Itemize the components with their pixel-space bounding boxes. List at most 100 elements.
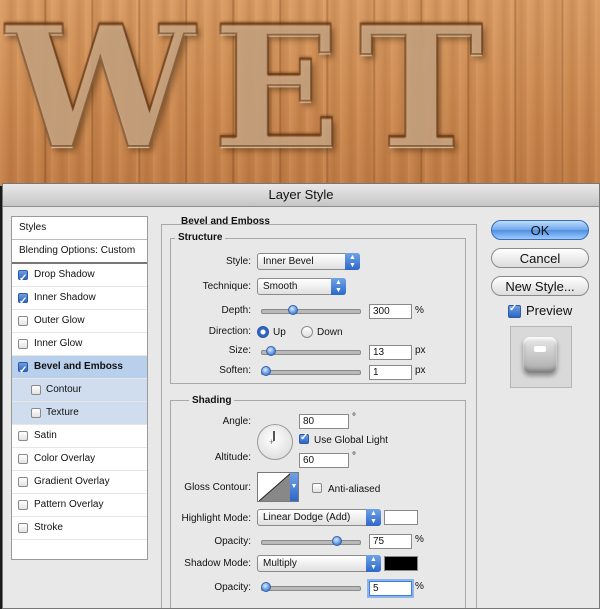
use-global-light-checkbox[interactable] xyxy=(299,432,309,444)
angle-dial[interactable]: + xyxy=(257,424,293,460)
shadow-mode-popup[interactable]: Multiply ▲ ▼ xyxy=(257,555,381,572)
ok-button[interactable]: OK xyxy=(491,220,589,240)
style-item-label: Bevel and Emboss xyxy=(34,361,123,372)
highlight-color-swatch[interactable] xyxy=(384,510,418,525)
shadow-opacity-slider[interactable] xyxy=(261,582,361,592)
style-item-checkbox[interactable] xyxy=(18,339,28,349)
crosshair-icon: + xyxy=(269,437,275,447)
altitude-field[interactable]: 60 xyxy=(299,453,349,468)
anti-aliased-checkbox[interactable] xyxy=(312,483,322,493)
style-item-checkbox[interactable] xyxy=(18,500,28,510)
style-item-texture[interactable]: Texture xyxy=(12,402,147,425)
soften-field[interactable]: 1 xyxy=(369,365,412,380)
chevron-updown-icon: ▲ ▼ xyxy=(331,278,346,295)
technique-popup[interactable]: Smooth ▲ ▼ xyxy=(257,278,346,295)
style-item-satin[interactable]: Satin xyxy=(12,425,147,448)
style-item-inner-glow[interactable]: Inner Glow xyxy=(12,333,147,356)
style-item-label: Inner Shadow xyxy=(34,292,96,303)
structure-title: Structure xyxy=(175,232,226,243)
size-slider-thumb[interactable] xyxy=(266,346,276,356)
direction-down-label: Down xyxy=(317,327,343,338)
blending-options-item[interactable]: Blending Options: Custom xyxy=(12,240,147,264)
use-global-light-label: Use Global Light xyxy=(314,435,388,446)
style-item-pattern-overlay[interactable]: Pattern Overlay xyxy=(12,494,147,517)
style-item-checkbox[interactable] xyxy=(31,408,41,418)
highlight-mode-label: Highlight Mode: xyxy=(181,513,251,524)
style-label: Style: xyxy=(225,256,251,267)
chevron-down-icon: ▼ xyxy=(290,473,298,501)
style-item-checkbox[interactable] xyxy=(18,477,28,487)
style-item-checkbox[interactable] xyxy=(18,454,28,464)
highlight-opacity-label: Opacity: xyxy=(214,536,251,547)
soften-slider-thumb[interactable] xyxy=(261,366,271,376)
style-item-label: Gradient Overlay xyxy=(34,476,110,487)
angle-field[interactable]: 80 xyxy=(299,414,349,429)
style-item-gradient-overlay[interactable]: Gradient Overlay xyxy=(12,471,147,494)
depth-field[interactable]: 300 xyxy=(369,304,412,319)
altitude-unit: ° xyxy=(352,451,356,462)
cancel-button[interactable]: Cancel xyxy=(491,248,589,268)
gloss-contour-picker[interactable]: ▼ xyxy=(257,472,299,502)
style-item-inner-shadow[interactable]: Inner Shadow xyxy=(12,287,147,313)
style-item-label: Stroke xyxy=(34,522,63,533)
style-item-checkbox[interactable] xyxy=(31,385,41,395)
style-popup-value: Inner Bevel xyxy=(263,256,314,267)
size-slider[interactable] xyxy=(261,346,361,356)
style-item-checkbox[interactable] xyxy=(18,431,28,441)
styles-header[interactable]: Styles xyxy=(12,217,147,240)
style-item-contour[interactable]: Contour xyxy=(12,379,147,402)
depth-slider[interactable] xyxy=(261,305,361,315)
style-item-checkbox[interactable] xyxy=(18,523,28,533)
style-item-color-overlay[interactable]: Color Overlay xyxy=(12,448,147,471)
direction-up-radio[interactable] xyxy=(257,326,269,338)
highlight-opacity-field[interactable]: 75 xyxy=(369,534,412,549)
size-field[interactable]: 13 xyxy=(369,345,412,360)
shadow-mode-label: Shadow Mode: xyxy=(184,558,251,569)
style-item-label: Color Overlay xyxy=(34,453,96,464)
contour-curve-icon xyxy=(259,473,291,501)
soften-slider[interactable] xyxy=(261,366,361,376)
direction-down-radio[interactable] xyxy=(301,326,313,338)
styles-list: Styles Blending Options: Custom Drop Sha… xyxy=(11,216,148,560)
style-item-label: Pattern Overlay xyxy=(34,499,104,510)
anti-aliased-label: Anti-aliased xyxy=(328,484,381,495)
technique-label: Technique: xyxy=(202,281,251,292)
depth-slider-thumb[interactable] xyxy=(288,305,298,315)
highlight-mode-value: Linear Dodge (Add) xyxy=(263,512,351,523)
altitude-label: Altitude: xyxy=(214,452,251,463)
soften-label: Soften: xyxy=(219,365,251,376)
preview-checkbox[interactable] xyxy=(508,303,521,318)
new-style-button[interactable]: New Style... xyxy=(491,276,589,296)
angle-unit: ° xyxy=(352,412,356,423)
style-item-checkbox[interactable] xyxy=(18,291,28,313)
size-unit: px xyxy=(415,345,426,356)
preview-bevel-swatch xyxy=(523,337,557,373)
depth-label: Depth: xyxy=(221,305,251,316)
style-item-stroke[interactable]: Stroke xyxy=(12,517,147,540)
shadow-opacity-field[interactable]: 5 xyxy=(369,581,412,596)
shadow-opacity-thumb[interactable] xyxy=(261,582,271,592)
highlight-opacity-slider[interactable] xyxy=(261,536,361,546)
style-item-label: Texture xyxy=(46,407,79,418)
shading-title: Shading xyxy=(189,395,235,406)
style-preview-thumbnail xyxy=(510,326,572,388)
style-item-checkbox[interactable] xyxy=(18,316,28,326)
style-item-outer-glow[interactable]: Outer Glow xyxy=(12,310,147,333)
chevron-updown-icon: ▲ ▼ xyxy=(366,509,381,526)
style-item-checkbox[interactable] xyxy=(18,268,28,290)
shadow-color-swatch[interactable] xyxy=(384,556,418,571)
highlight-mode-popup[interactable]: Linear Dodge (Add) ▲ ▼ xyxy=(257,509,381,526)
style-item-bevel-and-emboss[interactable]: Bevel and Emboss xyxy=(12,356,147,382)
highlight-opacity-thumb[interactable] xyxy=(332,536,342,546)
soften-unit: px xyxy=(415,365,426,376)
chevron-updown-icon: ▲ ▼ xyxy=(345,253,360,270)
size-label: Size: xyxy=(228,345,251,356)
depth-unit: % xyxy=(415,305,424,316)
style-item-label: Satin xyxy=(34,430,57,441)
style-item-drop-shadow[interactable]: Drop Shadow xyxy=(12,264,147,290)
style-item-checkbox[interactable] xyxy=(18,360,28,382)
preview-label: Preview xyxy=(526,303,573,318)
wood-background: WET xyxy=(0,0,600,187)
style-popup[interactable]: Inner Bevel ▲ ▼ xyxy=(257,253,360,270)
style-item-label: Outer Glow xyxy=(34,315,85,326)
